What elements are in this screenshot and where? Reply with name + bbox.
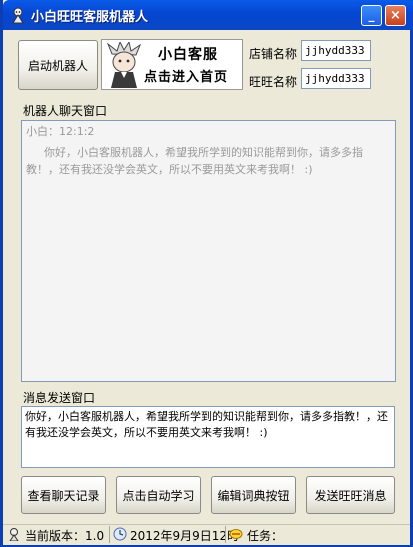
close-icon: × (390, 8, 401, 23)
edit-dictionary-button[interactable]: 编辑词典按钮 (211, 476, 296, 514)
title-bar[interactable]: 小白旺旺客服机器人 _ × (3, 0, 413, 30)
app-icon (12, 7, 24, 24)
store-name-label: 店铺名称 (249, 47, 298, 61)
status-bar: 当前版本：1.0 2012年9月9日12时 任务： (3, 524, 410, 545)
chat-sender-time: 小白：12:1:2 (26, 125, 95, 138)
close-button[interactable]: × (385, 5, 406, 26)
wangwang-name-input[interactable]: jjhydd333 (301, 68, 371, 89)
clock-icon (113, 527, 127, 541)
send-message-button[interactable]: 发送旺旺消息 (306, 476, 395, 514)
wangwang-name-label: 旺旺名称 (249, 75, 298, 89)
version-icon (9, 528, 19, 541)
window-title: 小白旺旺客服机器人 (31, 10, 149, 25)
version-text: 当前版本：1.0 (25, 529, 105, 543)
minimize-icon: _ (368, 8, 375, 22)
chat-message: 你好，小白客服机器人，希望我所学到的知识能帮到你，请多多指教！，还有我还没学会英… (26, 146, 363, 176)
datetime-text: 2012年9月9日12时 (130, 529, 240, 543)
message-input[interactable]: 你好，小白客服机器人，希望我所学到的知识能帮到你，请多多指教！，还有我还没学会英… (21, 406, 395, 468)
status-separator (225, 526, 226, 543)
banner-title: 小白客服 (158, 47, 218, 63)
homepage-banner[interactable]: 小白客服 点击进入首页 (101, 39, 243, 90)
status-separator (109, 526, 110, 543)
mascot-icon (106, 42, 142, 88)
chat-window-label: 机器人聊天窗口 (23, 104, 108, 118)
auto-learn-button[interactable]: 点击自动学习 (116, 476, 201, 514)
chat-window[interactable]: 小白：12:1:2 你好，小白客服机器人，希望我所学到的知识能帮到你，请多多指教… (21, 120, 396, 382)
task-icon (229, 529, 243, 539)
send-window-label: 消息发送窗口 (23, 391, 96, 405)
minimize-button[interactable]: _ (361, 5, 382, 26)
main-window: 小白旺旺客服机器人 _ × 启动机器人 小白客服 点击进入首页 店铺名称 jjh… (0, 0, 413, 547)
banner-subtitle: 点击进入首页 (144, 70, 229, 85)
view-history-button[interactable]: 查看聊天记录 (21, 476, 106, 514)
task-text: 任务： (247, 529, 284, 543)
store-name-input[interactable]: jjhydd333 (301, 40, 371, 61)
start-robot-button[interactable]: 启动机器人 (18, 40, 98, 90)
